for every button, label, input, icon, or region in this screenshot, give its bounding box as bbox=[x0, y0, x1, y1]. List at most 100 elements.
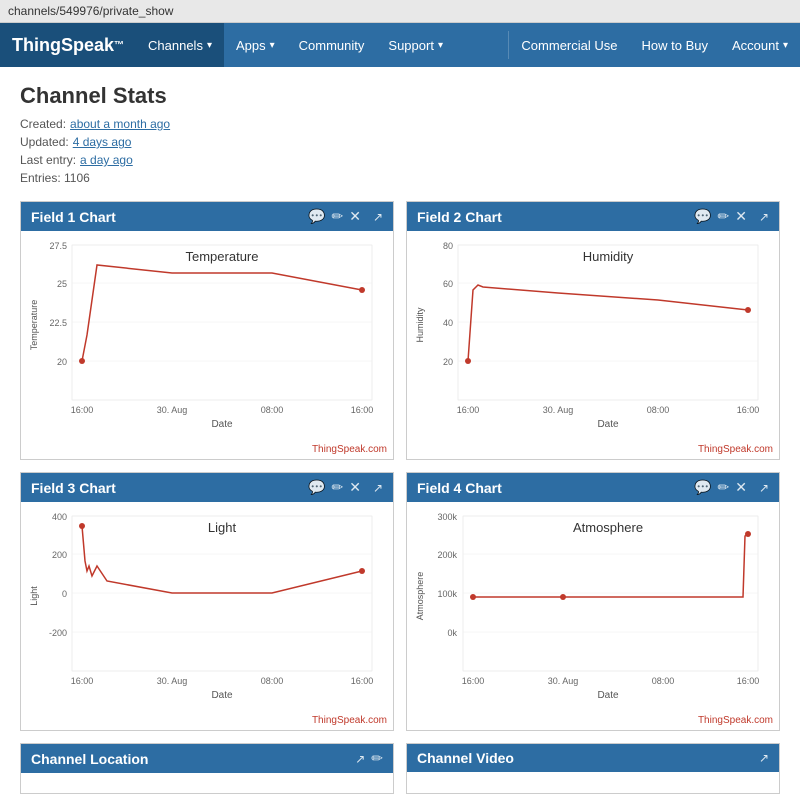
svg-text:16:00: 16:00 bbox=[351, 676, 374, 686]
svg-text:16:00: 16:00 bbox=[351, 405, 374, 415]
nav-channels[interactable]: Channels ▾ bbox=[136, 23, 224, 67]
page-content: Channel Stats Created: about a month ago… bbox=[0, 67, 800, 810]
svg-text:08:00: 08:00 bbox=[652, 676, 675, 686]
nav-support[interactable]: Support ▾ bbox=[376, 23, 455, 67]
svg-text:08:00: 08:00 bbox=[647, 405, 670, 415]
field1-edit-icon[interactable]: ✏ bbox=[331, 208, 343, 225]
field2-chart-header: Field 2 Chart 💬 ✏ ✕ ↗ bbox=[407, 202, 779, 231]
charts-grid: Field 1 Chart 💬 ✏ ✕ ↗ bbox=[20, 201, 780, 731]
svg-text:40: 40 bbox=[443, 318, 453, 328]
field2-comment-icon[interactable]: 💬 bbox=[694, 208, 711, 225]
field3-comment-icon[interactable]: 💬 bbox=[308, 479, 325, 496]
field2-external-icon[interactable]: ↗ bbox=[759, 210, 769, 224]
channel-location-edit-icon[interactable]: ✏ bbox=[371, 750, 383, 767]
field3-close-icon[interactable]: ✕ bbox=[349, 479, 361, 496]
channel-video-header: Channel Video ↗ bbox=[407, 744, 779, 772]
account-caret: ▾ bbox=[783, 40, 788, 51]
field1-chart-header: Field 1 Chart 💬 ✏ ✕ ↗ bbox=[21, 202, 393, 231]
channel-video-title: Channel Video bbox=[417, 750, 514, 766]
svg-text:30. Aug: 30. Aug bbox=[548, 676, 579, 686]
svg-text:Atmosphere: Atmosphere bbox=[415, 572, 425, 621]
svg-text:80: 80 bbox=[443, 241, 453, 251]
svg-text:08:00: 08:00 bbox=[261, 405, 284, 415]
field1-chart-card: Field 1 Chart 💬 ✏ ✕ ↗ bbox=[20, 201, 394, 460]
field2-close-icon[interactable]: ✕ bbox=[735, 208, 747, 225]
svg-text:20: 20 bbox=[443, 357, 453, 367]
field3-chart-icons: 💬 ✏ ✕ ↗ bbox=[308, 479, 383, 496]
svg-text:16:00: 16:00 bbox=[71, 405, 94, 415]
field4-comment-icon[interactable]: 💬 bbox=[694, 479, 711, 496]
field2-edit-icon[interactable]: ✏ bbox=[717, 208, 729, 225]
navbar-brand[interactable]: ThingSpeak™ bbox=[0, 23, 136, 67]
channel-location-title: Channel Location bbox=[31, 751, 148, 767]
stat-entries: Entries: 1106 bbox=[20, 171, 780, 185]
nav-apps[interactable]: Apps ▾ bbox=[224, 23, 287, 67]
channel-location-card: Channel Location ↗ ✏ bbox=[20, 743, 394, 794]
nav-community[interactable]: Community bbox=[287, 23, 377, 67]
nav-commercial-use[interactable]: Commercial Use bbox=[509, 23, 629, 67]
svg-text:16:00: 16:00 bbox=[457, 405, 480, 415]
field3-credit: ThingSpeak.com bbox=[21, 713, 393, 730]
nav-account[interactable]: Account ▾ bbox=[720, 23, 800, 67]
svg-text:20: 20 bbox=[57, 357, 67, 367]
svg-text:Atmosphere: Atmosphere bbox=[573, 520, 643, 535]
field4-chart-header: Field 4 Chart 💬 ✏ ✕ ↗ bbox=[407, 473, 779, 502]
channel-location-external-icon[interactable]: ↗ bbox=[355, 752, 365, 766]
svg-text:Light: Light bbox=[29, 586, 39, 606]
channel-video-icons: ↗ bbox=[759, 751, 769, 765]
svg-text:-200: -200 bbox=[49, 628, 67, 638]
svg-text:0k: 0k bbox=[447, 628, 457, 638]
svg-text:08:00: 08:00 bbox=[261, 676, 284, 686]
channel-location-body bbox=[21, 773, 393, 793]
navbar-right: Commercial Use How to Buy Account ▾ bbox=[508, 23, 800, 67]
field1-svg: 27.5 25 22.5 20 16:00 30. Aug 08:00 16:0… bbox=[25, 235, 389, 435]
svg-text:400: 400 bbox=[52, 512, 67, 522]
svg-text:100k: 100k bbox=[437, 589, 457, 599]
svg-text:200: 200 bbox=[52, 550, 67, 560]
field3-edit-icon[interactable]: ✏ bbox=[331, 479, 343, 496]
page-title: Channel Stats bbox=[20, 83, 780, 109]
field2-chart-card: Field 2 Chart 💬 ✏ ✕ ↗ 80 bbox=[406, 201, 780, 460]
field3-chart-title: Field 3 Chart bbox=[31, 480, 116, 496]
field2-chart-title: Field 2 Chart bbox=[417, 209, 502, 225]
field1-close-icon[interactable]: ✕ bbox=[349, 208, 361, 225]
field4-edit-icon[interactable]: ✏ bbox=[717, 479, 729, 496]
field1-chart-body: 27.5 25 22.5 20 16:00 30. Aug 08:00 16:0… bbox=[21, 231, 393, 442]
field4-external-icon[interactable]: ↗ bbox=[759, 481, 769, 495]
svg-text:16:00: 16:00 bbox=[462, 676, 485, 686]
nav-how-to-buy[interactable]: How to Buy bbox=[630, 23, 720, 67]
field4-chart-icons: 💬 ✏ ✕ ↗ bbox=[694, 479, 769, 496]
channel-video-card: Channel Video ↗ bbox=[406, 743, 780, 794]
svg-text:22.5: 22.5 bbox=[49, 318, 67, 328]
svg-text:16:00: 16:00 bbox=[737, 405, 760, 415]
field4-close-icon[interactable]: ✕ bbox=[735, 479, 747, 496]
field1-chart-icons: 💬 ✏ ✕ ↗ bbox=[308, 208, 383, 225]
channels-caret: ▾ bbox=[207, 40, 212, 51]
stat-created: Created: about a month ago bbox=[20, 117, 780, 131]
field1-external-icon[interactable]: ↗ bbox=[373, 210, 383, 224]
field2-chart-icons: 💬 ✏ ✕ ↗ bbox=[694, 208, 769, 225]
svg-text:Date: Date bbox=[597, 419, 619, 430]
svg-text:Temperature: Temperature bbox=[29, 300, 39, 351]
field4-credit: ThingSpeak.com bbox=[407, 713, 779, 730]
field4-chart-body: 300k 200k 100k 0k 16:00 30. Aug 08:00 16… bbox=[407, 502, 779, 713]
svg-text:Date: Date bbox=[211, 419, 233, 430]
channel-video-body bbox=[407, 772, 779, 792]
svg-text:Date: Date bbox=[597, 690, 619, 701]
field3-svg: 400 200 0 -200 16:00 30. Aug 08:00 16:00… bbox=[25, 506, 389, 706]
field3-external-icon[interactable]: ↗ bbox=[373, 481, 383, 495]
field2-chart-body: 80 60 40 20 16:00 30. Aug 08:00 16:00 Da… bbox=[407, 231, 779, 442]
field3-chart-body: 400 200 0 -200 16:00 30. Aug 08:00 16:00… bbox=[21, 502, 393, 713]
channel-location-header: Channel Location ↗ ✏ bbox=[21, 744, 393, 773]
support-caret: ▾ bbox=[438, 40, 443, 51]
channel-video-external-icon[interactable]: ↗ bbox=[759, 751, 769, 765]
svg-text:16:00: 16:00 bbox=[71, 676, 94, 686]
browser-url-bar: channels/549976/private_show bbox=[0, 0, 800, 23]
field1-credit: ThingSpeak.com bbox=[21, 442, 393, 459]
svg-text:16:00: 16:00 bbox=[737, 676, 760, 686]
svg-text:Humidity: Humidity bbox=[583, 249, 634, 264]
field1-comment-icon[interactable]: 💬 bbox=[308, 208, 325, 225]
field2-credit: ThingSpeak.com bbox=[407, 442, 779, 459]
stats-section: Created: about a month ago Updated: 4 da… bbox=[20, 117, 780, 185]
field4-chart-card: Field 4 Chart 💬 ✏ ✕ ↗ 300k bbox=[406, 472, 780, 731]
